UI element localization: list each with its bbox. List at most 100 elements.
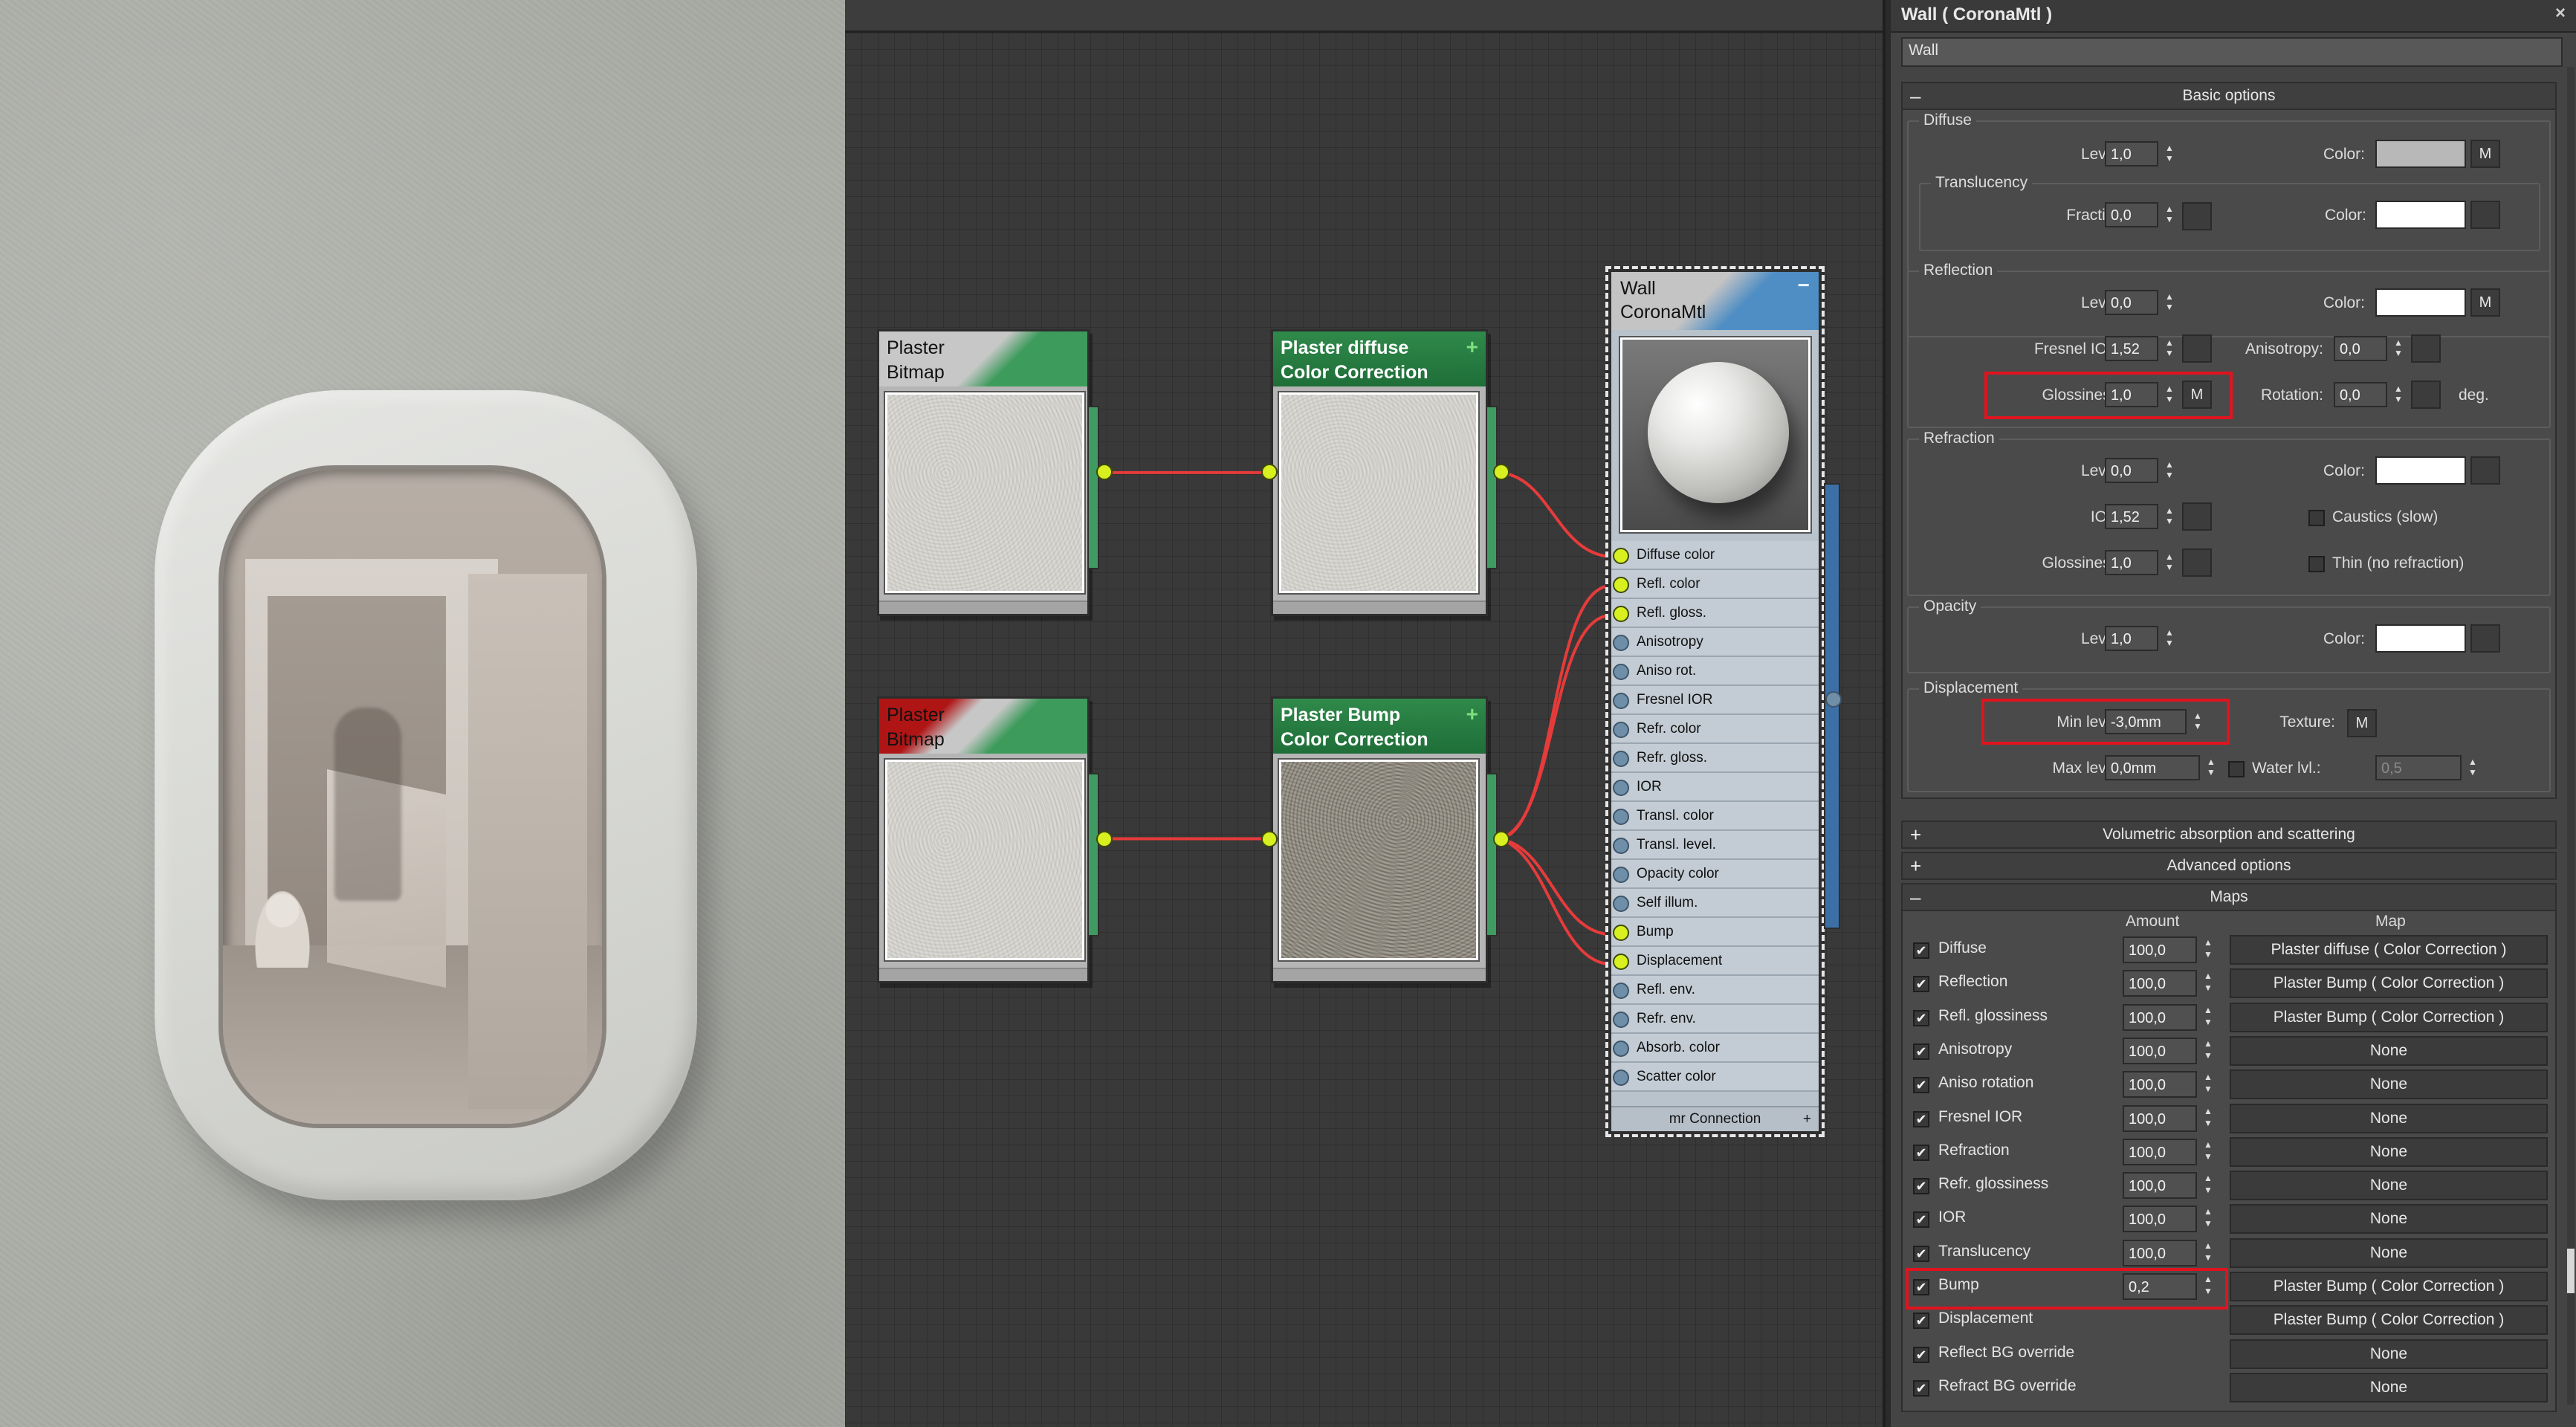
slot-socket[interactable]	[1613, 809, 1629, 825]
map-amount-spinner[interactable]: 100,0	[2123, 1172, 2197, 1200]
map-slot-button[interactable]: Plaster Bump ( Color Correction )	[2230, 1002, 2548, 1032]
refraction-glossiness-spinner[interactable]: 1,0 ▲ ▼	[2105, 550, 2174, 575]
reflection-color-swatch[interactable]	[2375, 288, 2466, 317]
output-socket[interactable]	[1493, 464, 1509, 480]
map-slot-button[interactable]: None	[2230, 1035, 2548, 1066]
node-editor-canvas[interactable]: Plaster Bitmap Plaster diffuse Color Cor…	[845, 0, 1886, 1427]
maps-header[interactable]: – Maps	[1903, 884, 2555, 911]
slot-socket[interactable]	[1613, 693, 1629, 709]
refraction-color-swatch[interactable]	[2375, 456, 2466, 485]
map-amount-spinner[interactable]: 100,0	[2123, 1239, 2197, 1266]
map-slot-button[interactable]: Plaster Bump ( Color Correction )	[2230, 1305, 2548, 1336]
reflection-level-spinner[interactable]: 0,0 ▲ ▼	[2105, 290, 2174, 315]
rotation-spinner[interactable]: 0,0 ▲ ▼	[2334, 382, 2403, 407]
translucency-map-button[interactable]	[2470, 201, 2500, 229]
node-plaster-bitmap-2[interactable]: Plaster Bitmap	[877, 696, 1099, 983]
map-enable-checkbox[interactable]: ✔	[1913, 1144, 1929, 1161]
output-socket[interactable]	[1096, 464, 1113, 480]
advanced-options-rollout[interactable]: + Advanced options	[1901, 852, 2557, 880]
map-enable-checkbox[interactable]: ✔	[1913, 1178, 1929, 1195]
map-amount-spinner[interactable]: 100,0	[2123, 1003, 2197, 1031]
map-amount-spinner[interactable]: 100,0	[2123, 1138, 2197, 1165]
map-slot-button[interactable]: Plaster Bump ( Color Correction )	[2230, 968, 2548, 999]
slot-socket[interactable]	[1613, 867, 1629, 883]
slot-socket[interactable]	[1613, 925, 1629, 941]
map-amount-spinner[interactable]: 100,0	[2123, 1104, 2197, 1132]
anisotropy-spinner[interactable]: 0,0 ▲ ▼	[2334, 336, 2403, 361]
map-slot-button[interactable]: None	[2230, 1070, 2548, 1100]
diffuse-map-button[interactable]: M	[2470, 140, 2500, 168]
wall-slot[interactable]: Opacity color	[1611, 860, 1819, 889]
slot-socket[interactable]	[1613, 780, 1629, 796]
slot-socket[interactable]	[1613, 838, 1629, 854]
wall-slot[interactable]: Anisotropy	[1611, 628, 1819, 657]
fraction-map-button[interactable]	[2182, 202, 2212, 230]
wall-slot[interactable]: Transl. level.	[1611, 831, 1819, 860]
map-enable-checkbox[interactable]: ✔	[1913, 1009, 1929, 1026]
wall-slot[interactable]: Scatter color	[1611, 1063, 1819, 1092]
node-plaster-bitmap-1[interactable]: Plaster Bitmap	[877, 329, 1099, 616]
spinner-arrows-icon[interactable]: ▲ ▼	[2198, 1038, 2218, 1064]
wall-slot[interactable]: Refl. color	[1611, 570, 1819, 599]
wall-output-socket[interactable]	[1825, 691, 1842, 708]
spinner-arrows-icon[interactable]: ▲ ▼	[2198, 1071, 2218, 1098]
output-socket[interactable]	[1493, 831, 1509, 847]
panel-scrollbar[interactable]	[2567, 67, 2575, 1405]
spinner-arrows-icon[interactable]: ▲ ▼	[2198, 1172, 2218, 1199]
spinner-arrows-icon[interactable]: ▲ ▼	[2198, 1105, 2218, 1132]
volumetric-header[interactable]: + Volumetric absorption and scattering	[1903, 822, 2555, 849]
map-slot-button[interactable]: None	[2230, 1103, 2548, 1133]
map-slot-button[interactable]: None	[2230, 1339, 2548, 1369]
slot-socket[interactable]	[1613, 1041, 1629, 1057]
slot-socket[interactable]	[1613, 896, 1629, 912]
caustics-checkbox[interactable]	[2308, 510, 2325, 526]
slot-socket[interactable]	[1613, 635, 1629, 651]
slot-socket[interactable]	[1613, 722, 1629, 738]
diffuse-color-swatch[interactable]	[2375, 140, 2466, 168]
collapse-icon[interactable]: –	[1910, 884, 1920, 910]
map-amount-spinner[interactable]: 100,0	[2123, 1037, 2197, 1064]
max-level-spinner[interactable]: 0,0mm ▲ ▼	[2105, 755, 2216, 780]
wall-slot[interactable]: Refr. color	[1611, 715, 1819, 744]
wall-slot[interactable]: IOR	[1611, 773, 1819, 802]
diffuse-level-spinner[interactable]: 1,0 ▲ ▼	[2105, 141, 2174, 166]
map-slot-button[interactable]: None	[2230, 1136, 2548, 1167]
wall-slot[interactable]: Self illum.	[1611, 889, 1819, 918]
map-amount-spinner[interactable]: 100,0	[2123, 970, 2197, 997]
map-slot-button[interactable]: None	[2230, 1171, 2548, 1201]
map-enable-checkbox[interactable]: ✔	[1913, 1211, 1929, 1229]
input-socket[interactable]	[1261, 831, 1278, 847]
wall-slot[interactable]: Absorb. color	[1611, 1034, 1819, 1063]
expand-icon[interactable]: +	[1803, 1107, 1811, 1131]
advanced-options-header[interactable]: + Advanced options	[1903, 853, 2555, 880]
water-level-checkbox[interactable]	[2228, 761, 2245, 777]
wall-slot[interactable]: Refl. gloss.	[1611, 599, 1819, 628]
expand-icon[interactable]: +	[1466, 702, 1478, 726]
map-amount-spinner[interactable]: 100,0	[2123, 1206, 2197, 1233]
map-enable-checkbox[interactable]: ✔	[1913, 1313, 1929, 1330]
fresnel-map-button[interactable]	[2182, 334, 2212, 363]
slot-socket[interactable]	[1613, 664, 1629, 680]
translucency-color-swatch[interactable]	[2375, 201, 2466, 229]
reflection-map-button[interactable]: M	[2470, 288, 2500, 317]
wall-slot[interactable]: Refr. env.	[1611, 1005, 1819, 1034]
ior-spinner[interactable]: 1,52 ▲ ▼	[2105, 504, 2174, 529]
wall-slot[interactable]: Refr. gloss.	[1611, 744, 1819, 773]
material-name-field[interactable]: Wall	[1901, 37, 2563, 67]
spinner-arrows-icon[interactable]: ▲ ▼	[2198, 1206, 2218, 1232]
fraction-spinner[interactable]: 0,0 ▲ ▼	[2105, 202, 2174, 227]
slot-socket[interactable]	[1613, 548, 1629, 564]
opacity-level-spinner[interactable]: 1,0 ▲ ▼	[2105, 626, 2174, 651]
map-enable-checkbox[interactable]: ✔	[1913, 942, 1929, 959]
spinner-arrows-icon[interactable]: ▲ ▼	[2198, 1004, 2218, 1031]
map-slot-button[interactable]: Plaster Bump ( Color Correction )	[2230, 1272, 2548, 1301]
node-plaster-bump-color-correction[interactable]: Plaster Bump Color Correction +	[1271, 696, 1498, 983]
map-slot-button[interactable]: None	[2230, 1372, 2548, 1402]
refraction-map-button[interactable]	[2470, 456, 2500, 485]
spinner-arrows-icon[interactable]: ▲ ▼	[2198, 1139, 2218, 1165]
wall-slot[interactable]: Aniso rot.	[1611, 657, 1819, 686]
node-plaster-diffuse-color-correction[interactable]: Plaster diffuse Color Correction +	[1271, 329, 1498, 616]
expand-icon[interactable]: +	[1910, 853, 1921, 878]
slot-socket[interactable]	[1613, 983, 1629, 999]
spinner-arrows-icon[interactable]: ▲ ▼	[2198, 970, 2218, 997]
